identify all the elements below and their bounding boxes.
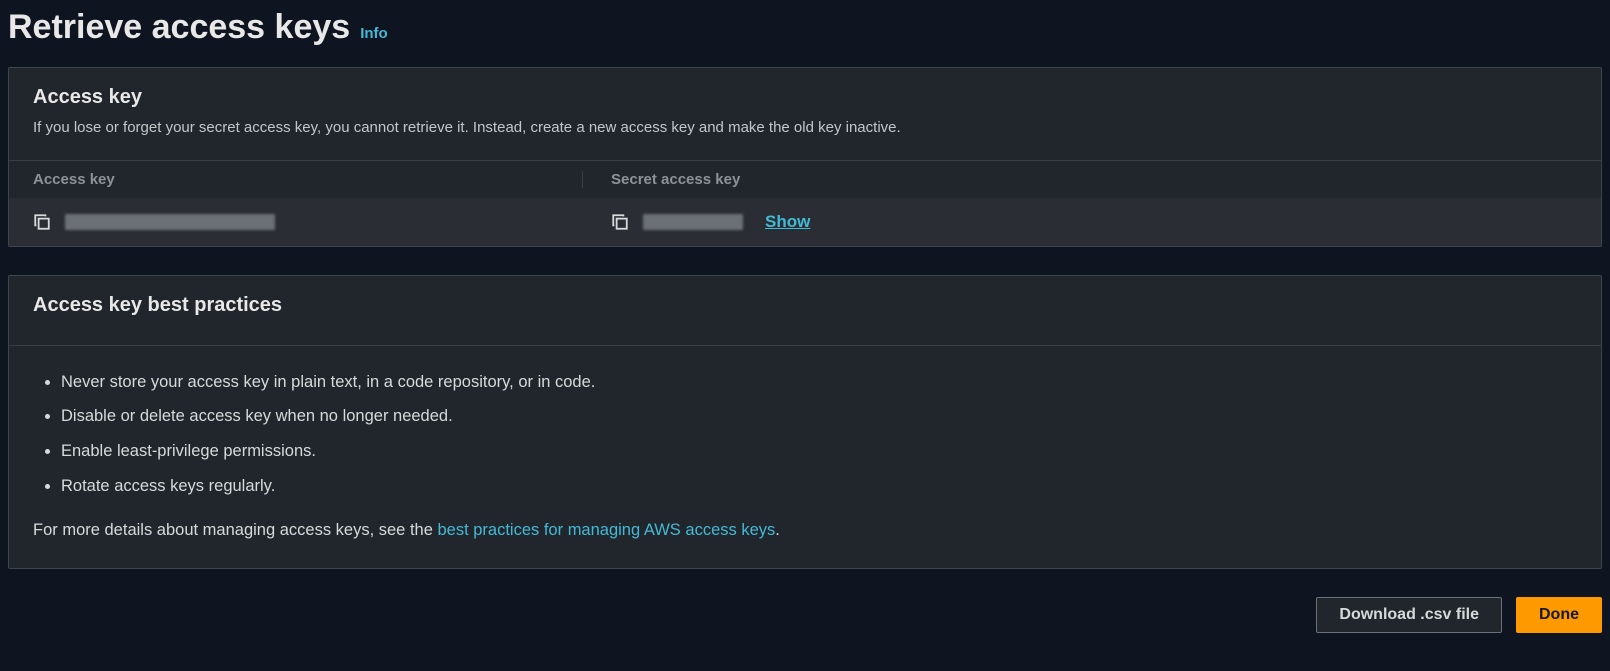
- column-header-secret-access-key: Secret access key: [583, 171, 1577, 188]
- access-key-cell: [33, 213, 583, 231]
- download-csv-button[interactable]: Download .csv file: [1316, 597, 1502, 633]
- footer-actions: Download .csv file Done: [8, 597, 1602, 643]
- best-practices-panel-title: Access key best practices: [33, 294, 1577, 317]
- access-key-panel-header: Access key If you lose or forget your se…: [9, 68, 1601, 161]
- more-details-suffix: .: [775, 521, 780, 539]
- best-practices-panel-body: Never store your access key in plain tex…: [9, 346, 1601, 568]
- column-header-access-key: Access key: [33, 171, 583, 188]
- access-key-panel-title: Access key: [33, 86, 1577, 109]
- secret-access-key-value-redacted: [643, 214, 743, 230]
- access-key-panel: Access key If you lose or forget your se…: [8, 67, 1602, 247]
- copy-icon[interactable]: [611, 213, 629, 231]
- page-title: Retrieve access keys: [8, 8, 350, 47]
- best-practices-panel-header: Access key best practices: [9, 276, 1601, 346]
- list-item: Enable least-privilege permissions.: [61, 439, 1577, 464]
- page-header: Retrieve access keys Info: [8, 8, 1602, 67]
- info-link[interactable]: Info: [360, 25, 388, 42]
- list-item: Never store your access key in plain tex…: [61, 370, 1577, 395]
- access-key-value-redacted: [65, 214, 275, 230]
- secret-access-key-cell: Show: [583, 212, 1577, 232]
- list-item: Rotate access keys regularly.: [61, 474, 1577, 499]
- access-key-panel-description: If you lose or forget your secret access…: [33, 117, 1577, 140]
- more-details-text: For more details about managing access k…: [33, 521, 1577, 540]
- copy-icon[interactable]: [33, 213, 51, 231]
- show-secret-link[interactable]: Show: [765, 212, 810, 232]
- best-practices-link[interactable]: best practices for managing AWS access k…: [437, 521, 775, 539]
- best-practices-panel: Access key best practices Never store yo…: [8, 275, 1602, 569]
- access-key-table-header: Access key Secret access key: [9, 161, 1601, 198]
- access-key-table-row: Show: [9, 198, 1601, 246]
- best-practices-list: Never store your access key in plain tex…: [33, 370, 1577, 499]
- more-details-prefix: For more details about managing access k…: [33, 521, 437, 539]
- list-item: Disable or delete access key when no lon…: [61, 404, 1577, 429]
- done-button[interactable]: Done: [1516, 597, 1602, 633]
